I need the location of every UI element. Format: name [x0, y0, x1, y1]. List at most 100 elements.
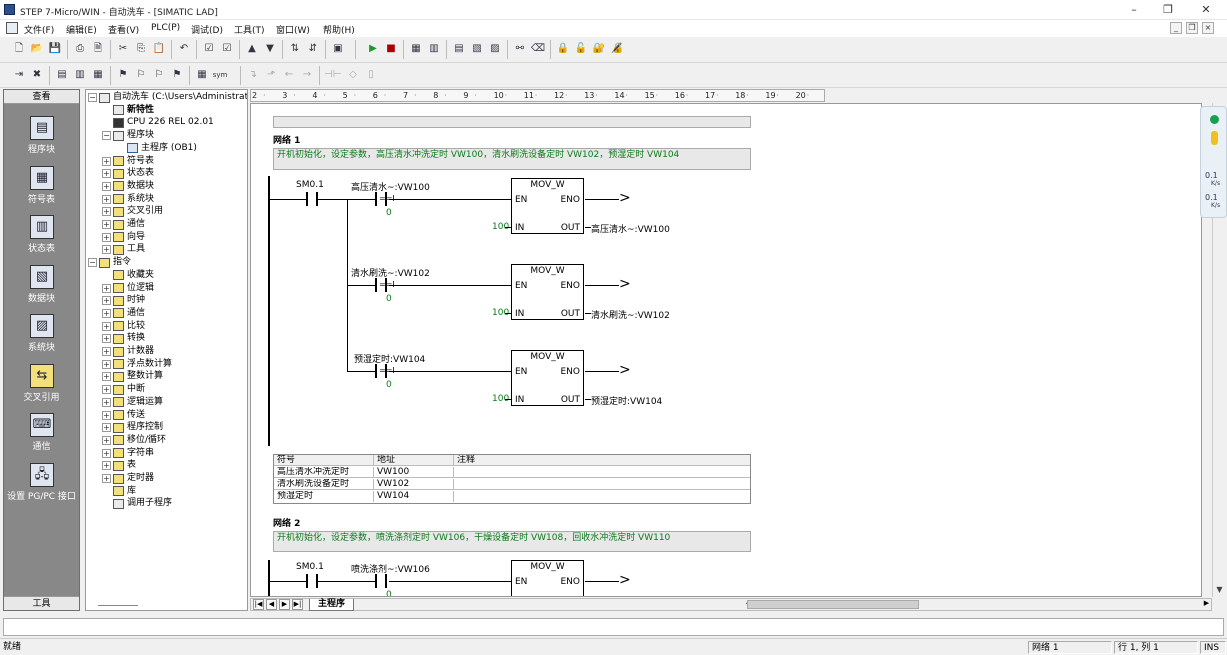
- menu-plc[interactable]: PLC(P): [151, 23, 180, 33]
- prev-tab-icon[interactable]: ◀: [266, 599, 277, 610]
- sm01-contact[interactable]: [306, 192, 318, 206]
- upload-icon[interactable]: ▲: [244, 41, 260, 57]
- network2-mov-w-block[interactable]: MOV_W EN ENO: [511, 560, 584, 596]
- stl-view-icon[interactable]: ▥: [72, 67, 88, 83]
- unforce-all-icon[interactable]: 🔏: [609, 41, 625, 57]
- lad-editor[interactable]: 网络 1 开机初始化，设定参数，高压清水冲洗定时 VW100，清水刷洗设备定时 …: [250, 103, 1202, 597]
- tree-item[interactable]: + 程序控制: [102, 421, 163, 434]
- tree-expander-icon[interactable]: +: [102, 321, 111, 331]
- tree-expander-icon[interactable]: +: [102, 397, 111, 407]
- open-icon[interactable]: 📂: [29, 41, 45, 57]
- minimize-button[interactable]: –: [1124, 3, 1144, 17]
- tree-item[interactable]: − 程序块: [102, 129, 154, 142]
- mdi-restore-button[interactable]: ❐: [1186, 22, 1198, 34]
- tree-expander-icon[interactable]: +: [102, 245, 111, 255]
- tree-item[interactable]: + 比较: [102, 320, 145, 333]
- toggle-bookmark-icon[interactable]: ⚑: [115, 67, 131, 83]
- nav-system-block[interactable]: ▨ 系统块: [4, 312, 79, 358]
- stop-icon[interactable]: ■: [383, 41, 399, 57]
- next-tab-icon[interactable]: ▶: [279, 599, 290, 610]
- unforce-icon[interactable]: ⌫: [530, 41, 546, 57]
- tree-item[interactable]: 新特性: [102, 104, 154, 117]
- scroll-down-icon[interactable]: ▼: [1214, 584, 1225, 595]
- print-icon[interactable]: ⎙: [72, 41, 88, 57]
- nav-pgpc-interface[interactable]: 🖧 设置 PG/PC 接口: [4, 461, 79, 507]
- tree-expander-icon[interactable]: +: [102, 448, 111, 458]
- network-monitor-widget[interactable]: 0.1 K/s 0.1 K/s: [1200, 106, 1227, 218]
- tree-item[interactable]: + 数据块: [102, 180, 154, 193]
- tree-expander-icon[interactable]: +: [102, 410, 111, 420]
- menu-debug[interactable]: 调试(D): [191, 23, 223, 36]
- next-bookmark-icon[interactable]: ⚐: [133, 67, 149, 83]
- tree-item[interactable]: + 传送: [102, 409, 145, 422]
- tree-expander-icon[interactable]: −: [88, 93, 97, 102]
- tree-expander-icon[interactable]: +: [102, 308, 111, 318]
- tree-expander-icon[interactable]: +: [102, 334, 111, 344]
- tree-item[interactable]: + 系统块: [102, 193, 154, 206]
- symbol-addressing-icon[interactable]: sym: [212, 67, 228, 83]
- tree-item[interactable]: CPU 226 REL 02.01: [102, 116, 214, 129]
- line-right-icon[interactable]: →: [299, 67, 315, 83]
- tree-expander-icon[interactable]: +: [102, 423, 111, 433]
- tree-item[interactable]: + 通信: [102, 307, 145, 320]
- paste-icon[interactable]: 📋: [151, 41, 167, 57]
- menu-view[interactable]: 查看(V): [108, 23, 139, 36]
- contact-icon[interactable]: ⊣⊢: [324, 67, 341, 83]
- horizontal-scroll-thumb[interactable]: [747, 600, 919, 609]
- last-tab-icon[interactable]: ▶|: [292, 599, 303, 610]
- rung3-mov-w-block[interactable]: MOV_W EN ENO IN OUT: [511, 350, 584, 406]
- remove-bookmarks-icon[interactable]: ⚑: [169, 67, 185, 83]
- write-all-icon[interactable]: ▨: [487, 41, 503, 57]
- nav-symbol-table[interactable]: ▦ 符号表: [4, 164, 79, 210]
- line-left-icon[interactable]: ←: [281, 67, 297, 83]
- tree-expander-icon[interactable]: −: [102, 131, 111, 141]
- rung2-mov-w-block[interactable]: MOV_W EN ENO IN OUT: [511, 264, 584, 320]
- tree-item[interactable]: + 向导: [102, 231, 145, 244]
- tree-expander-icon[interactable]: +: [102, 283, 111, 293]
- lad-view-icon[interactable]: ▤: [54, 67, 70, 83]
- new-icon[interactable]: 🗋: [11, 41, 27, 57]
- tree-item[interactable]: + 状态表: [102, 167, 154, 180]
- line-down-icon[interactable]: ↴: [245, 67, 261, 83]
- cut-icon[interactable]: ✂: [115, 41, 131, 57]
- nav-program-block[interactable]: ▤ 程序块: [4, 114, 79, 160]
- network-1-comment[interactable]: 开机初始化，设定参数，高压清水冲洗定时 VW100，清水刷洗设备定时 VW102…: [273, 148, 751, 170]
- prev-bookmark-icon[interactable]: ⚐: [151, 67, 167, 83]
- nav-footer[interactable]: 工具: [4, 596, 79, 610]
- copy-icon[interactable]: ⎘: [133, 41, 149, 57]
- network2-sm01-contact[interactable]: [306, 574, 318, 588]
- tree-expander-icon[interactable]: +: [102, 385, 111, 395]
- tree-expander-icon[interactable]: +: [102, 194, 111, 204]
- tree-item[interactable]: + 表: [102, 459, 136, 472]
- tree-item[interactable]: + 符号表: [102, 155, 154, 168]
- tree-item[interactable]: + 浮点数计算: [102, 358, 172, 371]
- tree-expander-icon[interactable]: +: [102, 461, 111, 471]
- mdi-close-button[interactable]: ×: [1202, 22, 1214, 34]
- document-icon[interactable]: [6, 22, 18, 34]
- line-up-icon[interactable]: ⬏: [263, 67, 279, 83]
- pause-status-icon[interactable]: ▥: [426, 41, 442, 57]
- options-icon[interactable]: ▣: [330, 41, 346, 57]
- tab-main-program[interactable]: 主程序: [309, 599, 355, 611]
- menu-tools[interactable]: 工具(T): [234, 23, 265, 36]
- network-2-comment[interactable]: 开机初始化，设定参数，喷洗涤剂定时 VW106，干燥设备定时 VW108，回收水…: [273, 531, 751, 552]
- hscroll-right-icon[interactable]: ▶: [1201, 599, 1212, 610]
- tree-expander-icon[interactable]: +: [102, 372, 111, 382]
- menu-file[interactable]: 文件(F): [24, 23, 54, 36]
- insert-network-icon[interactable]: ⇥: [11, 67, 27, 83]
- tree-expander-icon[interactable]: +: [102, 207, 111, 217]
- menu-edit[interactable]: 编辑(E): [66, 23, 97, 36]
- status-chart-icon[interactable]: ▤: [451, 41, 467, 57]
- tree-hscroll-thumb[interactable]: [98, 605, 138, 606]
- rung1-mov-w-block[interactable]: MOV_W EN ENO IN OUT: [511, 178, 584, 234]
- output-bar[interactable]: [3, 618, 1224, 636]
- tree-item[interactable]: 收藏夹: [102, 269, 154, 282]
- nav-cross-reference[interactable]: ⇆ 交叉引用: [4, 362, 79, 408]
- tree-item[interactable]: + 转换: [102, 332, 145, 345]
- print-preview-icon[interactable]: 🗎: [90, 41, 106, 57]
- tree-expander-icon[interactable]: +: [102, 359, 111, 369]
- download-icon[interactable]: ▼: [262, 41, 278, 57]
- tree-item[interactable]: + 交叉引用: [102, 205, 163, 218]
- first-tab-icon[interactable]: |◀: [253, 599, 264, 610]
- coil-icon[interactable]: ◇: [345, 67, 361, 83]
